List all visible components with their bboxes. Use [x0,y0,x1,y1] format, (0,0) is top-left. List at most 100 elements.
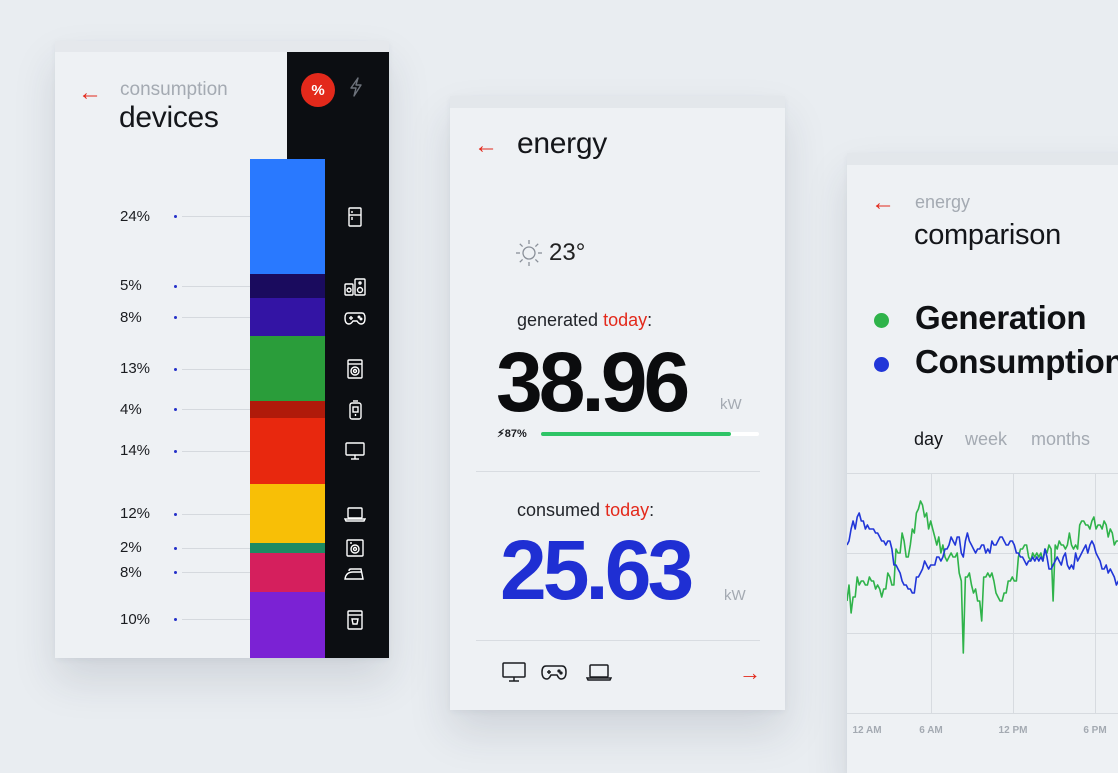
bar-segment-laptop[interactable] [250,484,325,543]
energy-card: ← energy 23° generated today: 38.96 kW ⚡… [450,96,785,710]
generated-label-today: today [603,310,648,330]
card-top-strip [55,41,389,52]
generated-label-prefix: generated [517,310,604,330]
laptop-icon[interactable] [586,660,612,684]
x-axis-tick-label: 6 AM [919,725,943,736]
percent-label-washing-machine: 13% [120,360,151,377]
battery-bolt-icon: ⚡︎ [497,428,505,440]
back-arrow-icon[interactable]: ← [871,191,895,215]
range-tab-months[interactable]: months [1031,429,1090,450]
label-dot [174,571,177,574]
leader-line [182,317,250,318]
bar-segment-kettle[interactable] [250,401,325,418]
back-arrow-icon[interactable]: ← [474,134,498,158]
bar-segment-gamepad[interactable] [250,298,325,336]
card-top-strip [450,96,785,108]
leader-line [182,572,250,573]
divider [476,640,760,641]
label-dot [174,316,177,319]
label-dot [174,547,177,550]
comparison-line-chart: 12 AM 6 AM 12 PM 6 PM [847,473,1118,736]
coffee-machine-icon[interactable] [344,610,366,630]
percent-label-gamepad: 8% [120,309,142,326]
range-tab-day[interactable]: day [914,429,943,450]
series-line-generation [847,500,1118,654]
devices-title: devices [119,101,219,134]
generated-unit: kW [720,396,742,413]
battery-label: ⚡︎87% [497,427,527,440]
consumed-label-today: today [605,500,650,520]
energy-title: energy [517,127,607,160]
battery-progress-fill [541,432,731,436]
gamepad-icon[interactable] [541,660,567,684]
range-tab-week[interactable]: week [965,429,1007,450]
leader-line [182,286,250,287]
leader-line [182,619,250,620]
weather-temperature: 23° [549,239,586,266]
percent-label-oven: 2% [120,539,142,556]
label-dot [174,408,177,411]
label-dot [174,513,177,516]
bar-segment-coffee-machine[interactable] [250,592,325,658]
laptop-icon[interactable] [344,504,366,524]
bar-segment-speakers[interactable] [250,274,325,298]
kettle-icon[interactable] [344,400,366,420]
percent-label-speakers: 5% [120,277,142,294]
comparison-card: ← energy comparison Generation Consumpti… [847,153,1118,773]
label-dot [174,368,177,371]
consumed-value: 25.63 [500,523,694,617]
generated-label: generated today: [517,310,652,331]
iron-icon[interactable] [344,563,366,583]
fridge-icon[interactable] [344,207,366,227]
leader-line [182,514,250,515]
monitor-icon[interactable] [344,441,366,461]
bar-segment-oven[interactable] [250,543,325,553]
percent-label-laptop: 12% [120,505,151,522]
bar-segment-monitor[interactable] [250,418,325,484]
consumed-label: consumed today: [517,500,654,521]
bar-segment-fridge[interactable] [250,159,325,274]
comparison-title: comparison [914,219,1061,251]
legend-dot-generation [874,313,889,328]
bar-segment-iron[interactable] [250,553,325,592]
generated-value: 38.96 [496,335,690,429]
legend-label-generation: Generation [915,299,1087,336]
percent-label-monitor: 14% [120,442,151,459]
battery-percent: 87% [504,428,527,440]
percent-label-fridge: 24% [120,208,151,225]
x-axis-tick-label: 6 PM [1083,725,1106,736]
x-axis-tick-label: 12 AM [852,725,881,736]
consumed-label-suffix: : [649,500,655,520]
divider [476,471,760,472]
bolt-icon[interactable] [348,77,364,103]
gamepad-icon[interactable] [344,308,366,328]
label-dot [174,618,177,621]
washing-machine-icon[interactable] [344,359,366,379]
consumed-label-prefix: consumed [517,500,606,520]
oven-icon[interactable] [344,538,366,558]
forward-arrow-icon[interactable]: → [739,660,761,686]
card-top-strip [847,153,1118,165]
sun-icon [514,238,544,268]
bar-segment-washing-machine[interactable] [250,336,325,401]
label-dot [174,450,177,453]
x-axis-tick-label: 12 PM [999,725,1028,736]
legend-dot-consumption [874,357,889,372]
leader-line [182,548,250,549]
percent-label-coffee-machine: 10% [120,611,151,628]
devices-subtitle: consumption [120,79,228,100]
percent-label-iron: 8% [120,564,142,581]
label-dot [174,285,177,288]
devices-card: ← consumption devices % 24% 5% 8% 13% 4%… [55,41,389,658]
leader-line [182,216,250,217]
label-dot [174,215,177,218]
speakers-icon[interactable] [344,277,366,297]
consumed-unit: kW [724,587,746,604]
back-arrow-icon[interactable]: ← [78,81,102,105]
leader-line [182,409,250,410]
percent-toggle-button[interactable]: % [301,73,335,107]
legend-label-consumption: Consumption [915,343,1118,380]
generated-label-suffix: : [647,310,653,330]
monitor-icon[interactable] [501,660,527,684]
comparison-subtitle: energy [915,192,971,212]
